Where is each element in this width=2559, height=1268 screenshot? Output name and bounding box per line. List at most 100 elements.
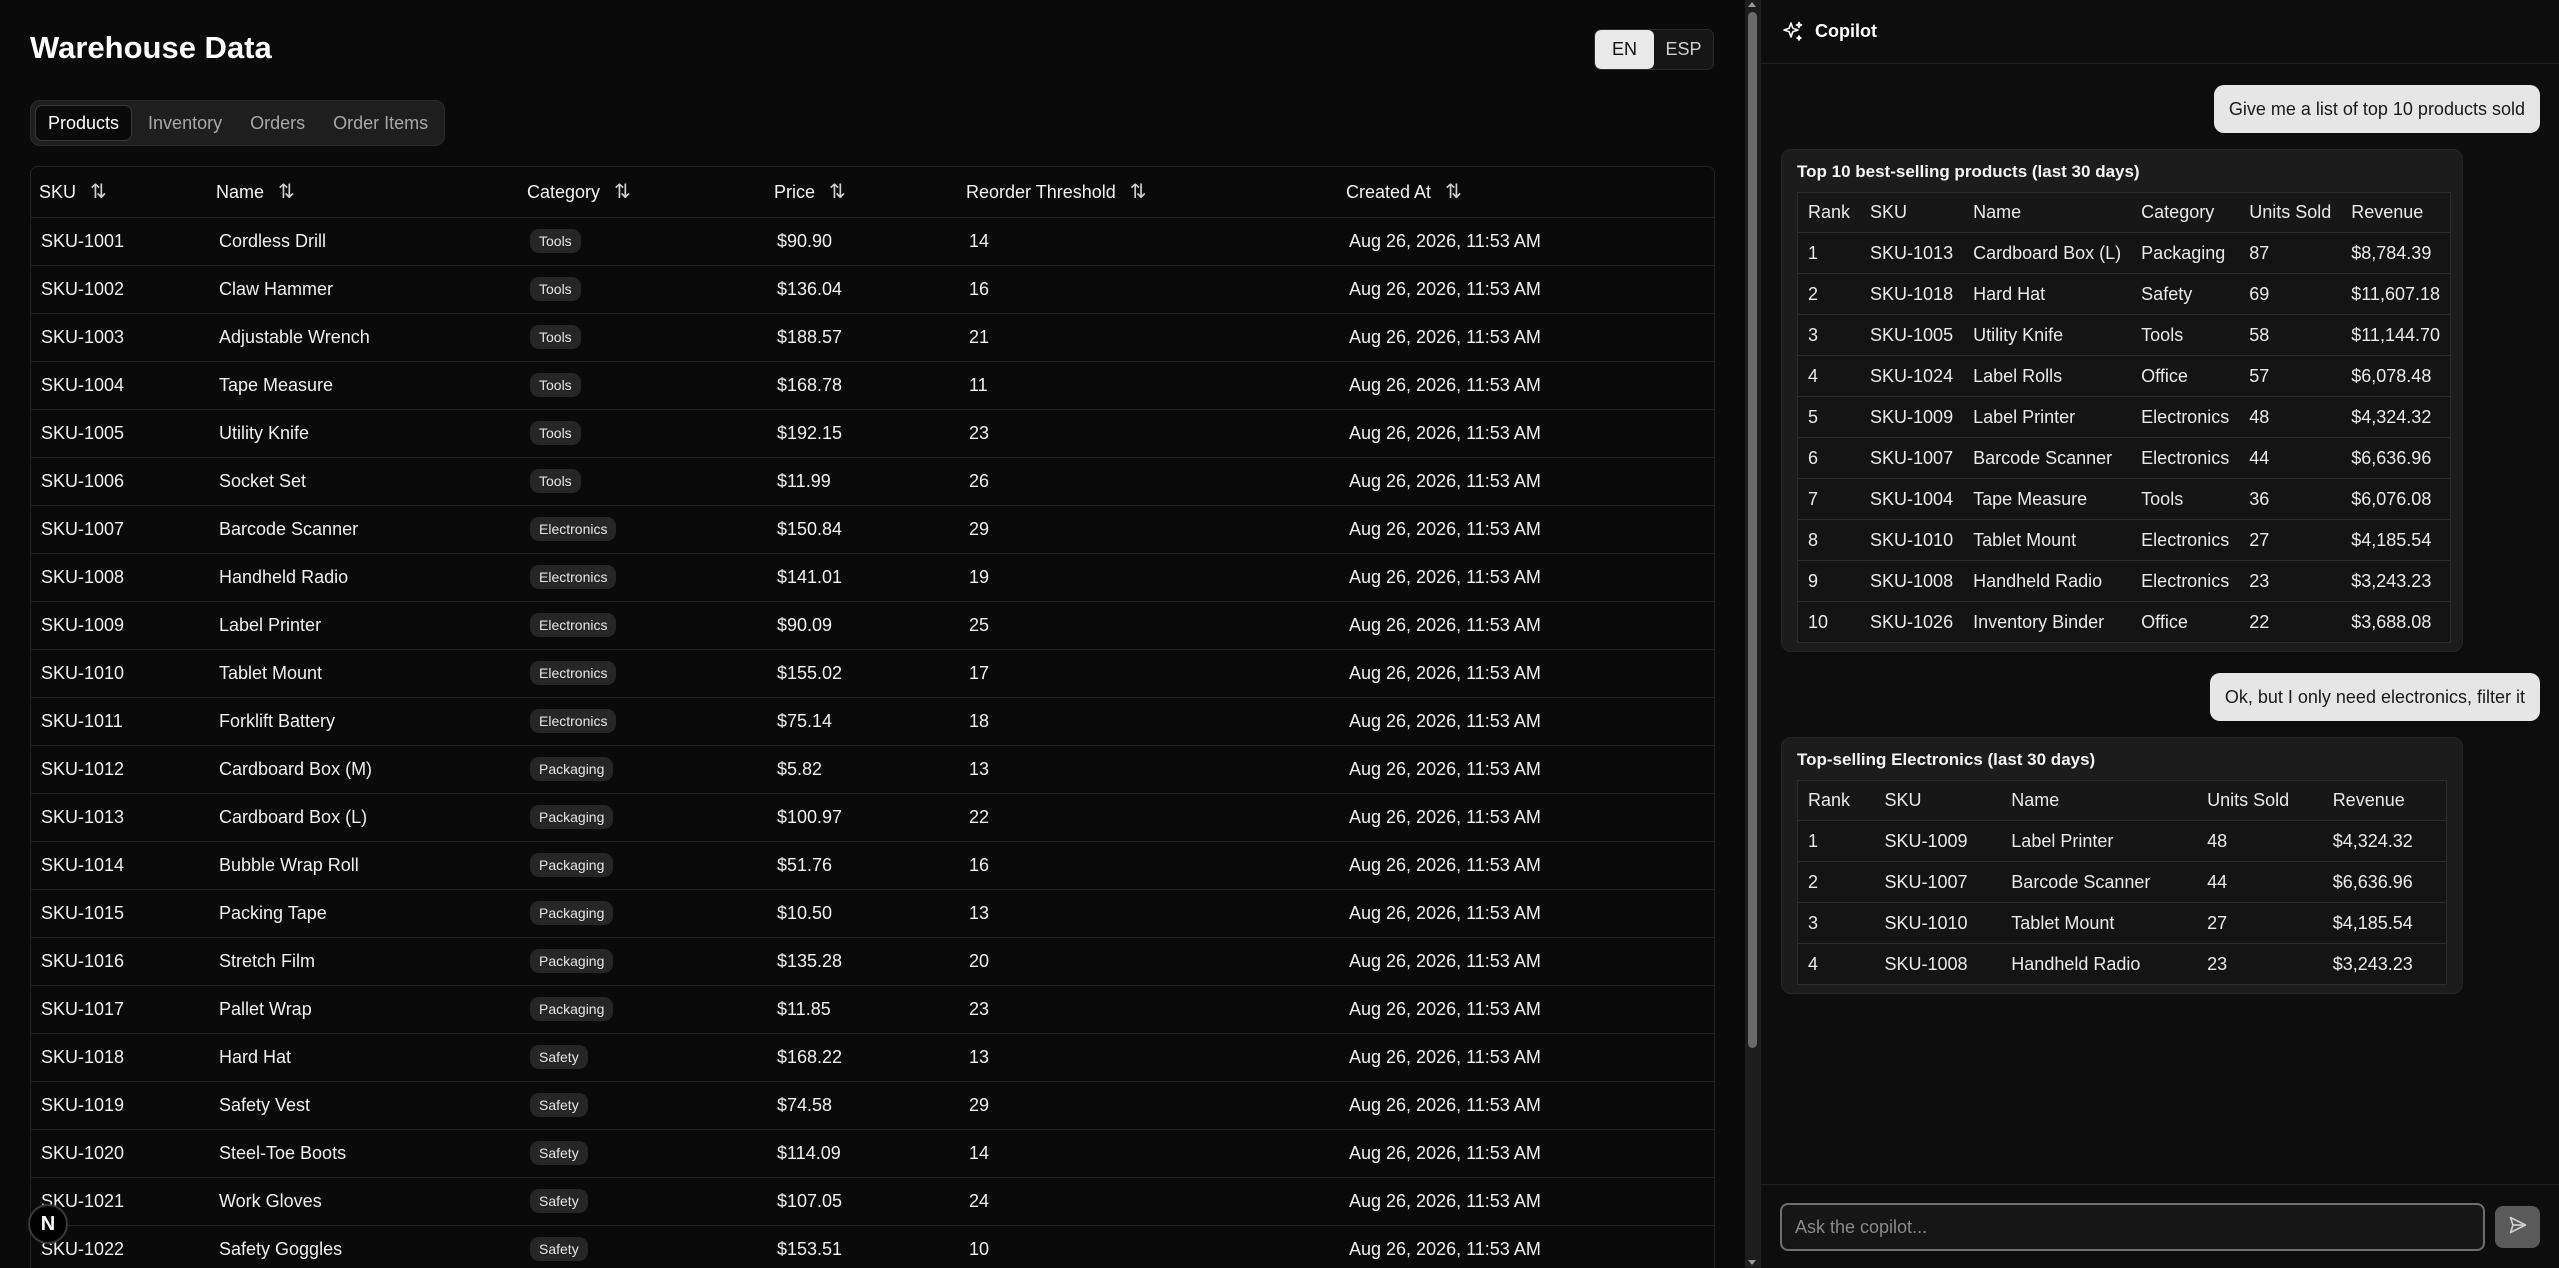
- table-cell: 57: [2239, 355, 2342, 397]
- table-cell: SKU-1026: [1860, 601, 1964, 643]
- sort-icon[interactable]: ⇅: [90, 179, 107, 204]
- table-row[interactable]: SKU-1002 Claw Hammer Tools $136.04 16 Aug 26,…: [31, 265, 1714, 314]
- table-row[interactable]: SKU-1015 Packing Tape Packaging $10.50 13 Aug…: [31, 889, 1714, 938]
- table-row[interactable]: SKU-1022 Safety Goggles Safety $153.51 10 Aug…: [31, 1225, 1714, 1268]
- table-cell: $11,607.18: [2341, 273, 2451, 315]
- cell-price: $5.82: [774, 745, 966, 794]
- cell-reorder-threshold: 11: [966, 361, 1346, 410]
- cell-sku: SKU-1008: [31, 553, 216, 602]
- table-row: 2 SKU-1007 Barcode Scanner 44 $6,636.96: [1797, 861, 2447, 903]
- table-row[interactable]: SKU-1020 Steel-Toe Boots Safety $114.09 14 Au…: [31, 1129, 1714, 1178]
- table-cell: Office: [2131, 355, 2240, 397]
- cell-created-at: Aug 26, 2026, 11:53 AM: [1346, 937, 1714, 986]
- cell-category: Tools: [527, 457, 774, 506]
- table-row[interactable]: SKU-1018 Hard Hat Safety $168.22 13 Aug 26, 2…: [31, 1033, 1714, 1082]
- category-badge: Tools: [530, 373, 581, 397]
- sort-icon[interactable]: ⇅: [1130, 179, 1147, 204]
- cell-category: Tools: [527, 217, 774, 266]
- scroll-up-arrow-icon[interactable]: [1748, 2, 1756, 7]
- tab-inventory[interactable]: Inventory: [136, 105, 234, 141]
- table-row[interactable]: SKU-1013 Cardboard Box (L) Packaging $100.9…: [31, 793, 1714, 842]
- table-row: 4 SKU-1008 Handheld Radio 23 $3,243.23: [1797, 943, 2447, 985]
- send-button[interactable]: [2495, 1206, 2540, 1248]
- table-row[interactable]: SKU-1019 Safety Vest Safety $74.58 29 Aug 26,…: [31, 1081, 1714, 1130]
- tab-order-items[interactable]: Order Items: [321, 105, 440, 141]
- cell-sku: SKU-1004: [31, 361, 216, 410]
- column-header-price[interactable]: Price ⇅: [774, 167, 966, 218]
- table-cell: $6,078.48: [2341, 355, 2451, 397]
- cell-category: Electronics: [527, 553, 774, 602]
- table-row[interactable]: SKU-1007 Barcode Scanner Electronics $150.8…: [31, 505, 1714, 554]
- category-badge: Electronics: [530, 661, 617, 685]
- cell-name: Safety Vest: [216, 1081, 527, 1130]
- table-row[interactable]: SKU-1017 Pallet Wrap Packaging $11.85 23 Aug …: [31, 985, 1714, 1034]
- table-row[interactable]: SKU-1004 Tape Measure Tools $168.78 11 Aug 26…: [31, 361, 1714, 410]
- assistant-table-title: Top-selling Electronics (last 30 days): [1797, 750, 2096, 769]
- column-header-label: Name: [216, 182, 265, 203]
- category-badge: Packaging: [530, 853, 614, 877]
- sort-icon[interactable]: ⇅: [614, 179, 631, 204]
- category-badge: Safety: [530, 1237, 588, 1261]
- cell-created-at: Aug 26, 2026, 11:53 AM: [1346, 409, 1714, 458]
- cell-sku: SKU-1015: [31, 889, 216, 938]
- sort-icon[interactable]: ⇅: [829, 179, 846, 204]
- table-row[interactable]: SKU-1021 Work Gloves Safety $107.05 24 Aug 26…: [31, 1177, 1714, 1226]
- table-row[interactable]: SKU-1001 Cordless Drill Tools $90.90 14 Aug 2…: [31, 217, 1714, 266]
- table-cell: 27: [2197, 902, 2323, 944]
- scroll-down-arrow-icon[interactable]: [1748, 1260, 1756, 1265]
- column-header-category[interactable]: Category ⇅: [527, 167, 774, 218]
- tab-products[interactable]: Products: [35, 105, 133, 141]
- column-header-rank: Rank: [1797, 192, 1861, 233]
- cell-reorder-threshold: 18: [966, 697, 1346, 746]
- column-header-name[interactable]: Name ⇅: [216, 167, 527, 218]
- table-cell: Utility Knife: [1963, 314, 2132, 356]
- table-row[interactable]: SKU-1014 Bubble Wrap Roll Packaging $51.76 1…: [31, 841, 1714, 890]
- table-cell: 22: [2239, 601, 2342, 643]
- sort-icon[interactable]: ⇅: [278, 179, 295, 204]
- table-row[interactable]: SKU-1003 Adjustable Wrench Tools $188.57 21 A…: [31, 313, 1714, 362]
- table-row[interactable]: SKU-1012 Cardboard Box (M) Packaging $5.82 1…: [31, 745, 1714, 794]
- table-cell: 48: [2197, 820, 2323, 862]
- category-badge: Packaging: [530, 901, 614, 925]
- column-header-created-at[interactable]: Created At ⇅: [1346, 167, 1714, 218]
- scrollbar-thumb[interactable]: [1748, 12, 1757, 1048]
- cell-sku: SKU-1001: [31, 217, 216, 266]
- cell-sku: SKU-1006: [31, 457, 216, 506]
- table-row[interactable]: SKU-1008 Handheld Radio Electronics $141.01…: [31, 553, 1714, 602]
- table-cell: SKU-1008: [1874, 943, 2002, 985]
- category-badge: Tools: [530, 229, 581, 253]
- tab-orders[interactable]: Orders: [238, 105, 317, 141]
- sort-icon[interactable]: ⇅: [1445, 179, 1462, 204]
- cell-created-at: Aug 26, 2026, 11:53 AM: [1346, 1225, 1714, 1268]
- lang-esp-button[interactable]: ESP: [1654, 30, 1713, 69]
- table-row[interactable]: SKU-1009 Label Printer Electronics $90.09 25…: [31, 601, 1714, 650]
- column-header-reorder-threshold[interactable]: Reorder Threshold ⇅: [966, 167, 1346, 218]
- lang-en-button[interactable]: EN: [1595, 30, 1654, 69]
- user-message: Give me a list of top 10 products sold: [2213, 85, 2540, 133]
- table-row[interactable]: SKU-1016 Stretch Film Packaging $135.28 20 Au…: [31, 937, 1714, 986]
- cell-reorder-threshold: 13: [966, 1033, 1346, 1082]
- next-logo[interactable]: N: [28, 1204, 68, 1244]
- table-row[interactable]: SKU-1011 Forklift Battery Electronics $75.1…: [31, 697, 1714, 746]
- table-cell: 23: [2239, 560, 2342, 602]
- cell-created-at: Aug 26, 2026, 11:53 AM: [1346, 649, 1714, 698]
- table-cell: Barcode Scanner: [2001, 861, 2198, 903]
- table-cell: SKU-1009: [1860, 396, 1964, 438]
- cell-reorder-threshold: 13: [966, 889, 1346, 938]
- user-message: Ok, but I only need electronics, filter …: [2209, 673, 2540, 721]
- column-header-label: Price: [774, 182, 816, 203]
- table-cell: Electronics: [2131, 519, 2240, 561]
- cell-reorder-threshold: 29: [966, 1081, 1346, 1130]
- table-row[interactable]: SKU-1006 Socket Set Tools $11.99 26 Aug 26, 2…: [31, 457, 1714, 506]
- copilot-input[interactable]: [1780, 1203, 2485, 1251]
- column-header-sku[interactable]: SKU ⇅: [31, 167, 216, 218]
- cell-reorder-threshold: 19: [966, 553, 1346, 602]
- cell-name: Packing Tape: [216, 889, 527, 938]
- main-scrollbar[interactable]: [1745, 0, 1760, 1268]
- table-row: 3 SKU-1005 Utility Knife Tools 58 $11,144.70: [1797, 314, 2451, 356]
- cell-category: Tools: [527, 361, 774, 410]
- products-table-container: SKU ⇅ Name ⇅ Category ⇅ Price ⇅ Reorder Thre…: [30, 166, 1715, 1268]
- table-cell: 58: [2239, 314, 2342, 356]
- table-row[interactable]: SKU-1005 Utility Knife Tools $192.15 23 Aug 2…: [31, 409, 1714, 458]
- table-row[interactable]: SKU-1010 Tablet Mount Electronics $155.02 17…: [31, 649, 1714, 698]
